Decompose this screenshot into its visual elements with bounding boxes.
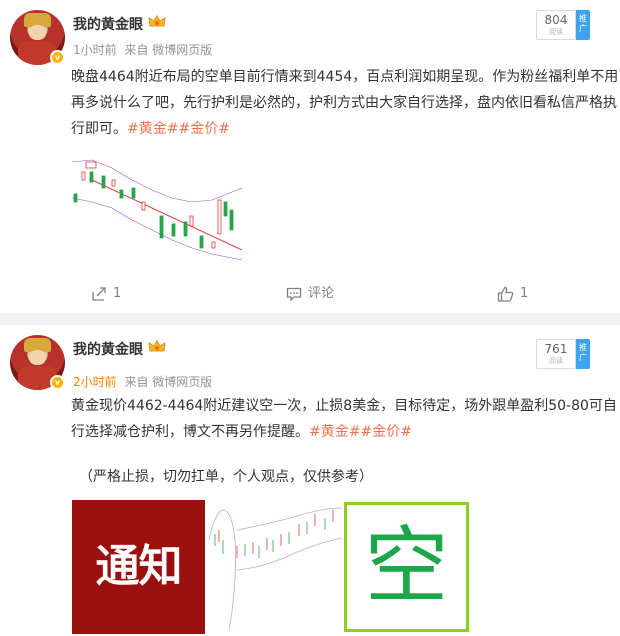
hashtag-link[interactable]: #黄金##金价# (127, 121, 230, 137)
post-separator (0, 313, 620, 325)
disclaimer-text: （严格止损，切勿扛单，个人观点，仅供参考） (79, 469, 373, 485)
read-count-box: 761 阅读 (536, 339, 576, 369)
share-button[interactable]: 1 (91, 284, 121, 304)
weibo-post-1: v 我的黄金眼 1小时前 来自 微博网页版 804 阅读 推广 晚盘4464附近… (0, 0, 620, 313)
verified-icon: v (50, 375, 65, 390)
notice-image[interactable]: 通知 (72, 500, 205, 634)
verified-icon: v (50, 50, 65, 65)
read-count-box: 804 阅读 (536, 10, 576, 40)
read-count: 761 (544, 342, 568, 356)
post-meta: 2小时前 来自 微博网页版 (73, 373, 212, 390)
post-text: 黄金现价4462-4464附近建议空一次，止损8美金，目标待定，场外跟单盈利50… (71, 393, 619, 445)
short-signal-image[interactable]: 空 (344, 502, 469, 632)
username[interactable]: 我的黄金眼 (73, 339, 143, 359)
post-meta: 1小时前 来自 微博网页版 (73, 41, 212, 58)
comment-icon (286, 287, 302, 302)
post-text: 晚盘4464附近布局的空单目前行情来到4454，百点利润如期呈现。作为粉丝福利单… (71, 64, 619, 142)
comment-button[interactable]: 评论 (286, 284, 334, 304)
crown-icon[interactable] (148, 14, 166, 30)
promote-button[interactable]: 推广 (576, 10, 590, 40)
read-label: 阅读 (549, 357, 563, 365)
share-icon (92, 286, 106, 301)
post-source: 来自 微博网页版 (124, 375, 213, 389)
crown-icon[interactable] (148, 339, 166, 355)
share-count: 1 (113, 286, 122, 301)
post-time[interactable]: 2小时前 (73, 375, 117, 389)
like-count: 1 (520, 286, 529, 301)
like-button[interactable]: 1 (497, 284, 528, 304)
post-time[interactable]: 1小时前 (73, 43, 117, 57)
username[interactable]: 我的黄金眼 (73, 14, 143, 34)
hashtag-link[interactable]: #黄金##金价# (309, 424, 412, 440)
chart-image[interactable] (207, 500, 342, 634)
comment-label: 评论 (308, 286, 335, 301)
chart-image[interactable] (72, 150, 242, 266)
read-count: 804 (544, 13, 568, 27)
read-label: 阅读 (549, 28, 563, 36)
like-icon (497, 286, 514, 302)
post-source: 来自 微博网页版 (124, 43, 213, 57)
action-bar: 1 评论 1 (0, 284, 620, 306)
promote-button[interactable]: 推广 (576, 339, 590, 369)
